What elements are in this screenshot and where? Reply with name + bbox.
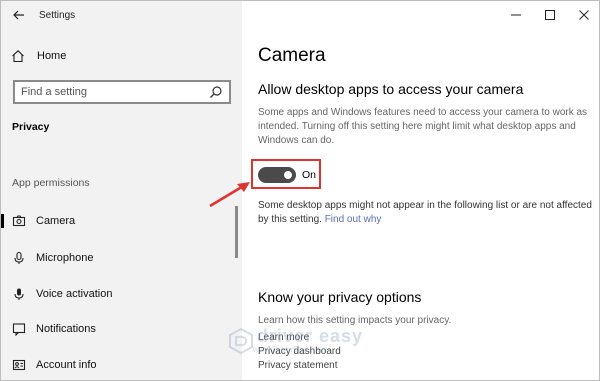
close-button[interactable] [567,1,599,29]
allow-heading: Allow desktop apps to access your camera [258,81,524,97]
sidebar-item-label: Microphone [36,252,94,264]
notifications-icon [12,322,26,336]
toggle-state-label: On [302,169,317,181]
voice-activation-icon [12,287,26,301]
note-text: Some desktop apps might not appear in th… [258,200,592,225]
account-info-icon [12,358,26,372]
driver-easy-logo-icon [229,327,253,354]
window-controls [499,1,599,29]
group-title-app-permissions: App permissions [12,177,90,189]
back-button[interactable] [1,1,37,29]
sidebar-item-label: Camera [36,215,76,227]
home-label: Home [37,50,67,62]
search-input[interactable] [21,86,209,98]
sidebar-item-voice-activation[interactable]: Voice activation [1,282,242,306]
back-arrow-icon [13,10,24,20]
privacy-heading: Know your privacy options [258,289,422,305]
sidebar-item-notifications[interactable]: Notifications [1,317,242,341]
watermark-brand: driver easy [257,326,364,346]
search-box[interactable] [13,80,231,104]
sidebar-item-label: Account info [36,359,97,371]
sidebar-item-home[interactable]: Home [11,47,66,65]
maximize-button[interactable] [533,1,567,29]
window-title: Settings [39,9,76,21]
main-content: Camera Allow desktop apps to access your… [242,1,599,380]
sidebar-item-camera[interactable]: Camera [1,209,242,233]
home-icon [11,49,25,63]
title-bar: Settings [1,1,242,29]
sidebar-item-microphone[interactable]: Microphone [1,246,242,270]
camera-access-toggle[interactable] [258,167,296,183]
sidebar-item-label: Voice activation [36,288,113,300]
minimize-button[interactable] [499,1,533,29]
watermark: driver easy www.DriverEasy.com [229,327,363,354]
desktop-apps-note: Some desktop apps might not appear in th… [258,199,594,227]
maximize-icon [545,10,555,20]
watermark-url: www.DriverEasy.com [253,345,328,354]
sidebar-item-account-info[interactable]: Account info [1,353,242,377]
minimize-icon [511,14,521,16]
section-title-privacy: Privacy [12,121,50,133]
search-icon[interactable] [209,85,223,99]
microphone-icon [12,251,26,265]
page-title: Camera [258,45,326,66]
find-out-why-link[interactable]: Find out why [325,214,382,225]
annotation-arrow-icon [209,182,250,208]
privacy-statement-link[interactable]: Privacy statement [258,360,337,371]
settings-window: Settings Home Privacy App permissions [0,0,600,381]
toggle-knob [284,171,292,179]
sidebar-item-label: Notifications [36,323,96,335]
sidebar: Settings Home Privacy App permissions [1,1,242,380]
camera-icon [12,214,26,228]
allow-description: Some apps and Windows features need to a… [258,107,588,146]
sidebar-scrollbar[interactable] [235,206,238,258]
close-icon [579,10,589,20]
